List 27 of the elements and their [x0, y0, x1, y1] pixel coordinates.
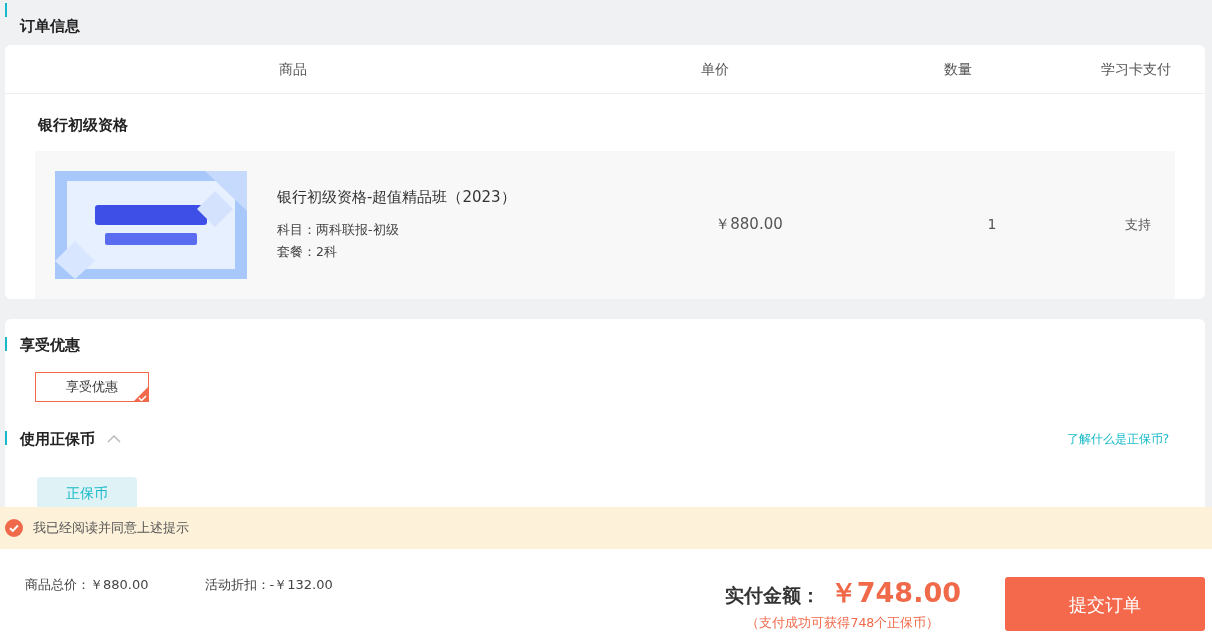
coupon-option[interactable]: 享受优惠: [35, 372, 149, 402]
column-header: 单价: [700, 59, 730, 79]
total-amount: ￥748.00: [829, 576, 961, 610]
product-detail: 科目：两科联报-初级: [277, 220, 400, 239]
checkbox-checked-icon[interactable]: [5, 519, 23, 537]
quantity-text: 1: [987, 216, 997, 232]
section-title: 使用正保币: [20, 429, 95, 450]
coin-tab[interactable]: 正保币: [37, 476, 137, 507]
submit-button[interactable]: 提交订单: [1005, 577, 1205, 631]
help-link[interactable]: 了解什么是正保币?: [1066, 430, 1169, 449]
product-title: 银行初级资格-超值精品班（2023）: [277, 187, 517, 209]
column-header: 学习卡支付: [1100, 59, 1172, 79]
chevron-up-icon[interactable]: [107, 435, 121, 444]
card-payment-text: 支持: [1125, 216, 1151, 232]
column-header: 数量: [943, 59, 973, 79]
price-text: ￥880.00: [715, 215, 783, 234]
reward-note: （支付成功可获得748个正保币）: [746, 613, 940, 632]
product-detail: 套餐：2科: [277, 242, 338, 261]
group-title: 银行初级资格: [36, 115, 129, 136]
section-title: 订单信息: [20, 15, 80, 37]
subtotal-text: 商品总价：￥880.00: [25, 576, 149, 594]
agreement-text: 我已经阅读并同意上述提示: [33, 519, 189, 538]
total-label: 实付金额：: [724, 583, 820, 608]
check-icon: [132, 386, 148, 401]
discount-text: 活动折扣：-￥132.00: [204, 576, 333, 594]
section-title: 享受优惠: [20, 334, 80, 356]
column-header: 商品: [278, 59, 308, 79]
